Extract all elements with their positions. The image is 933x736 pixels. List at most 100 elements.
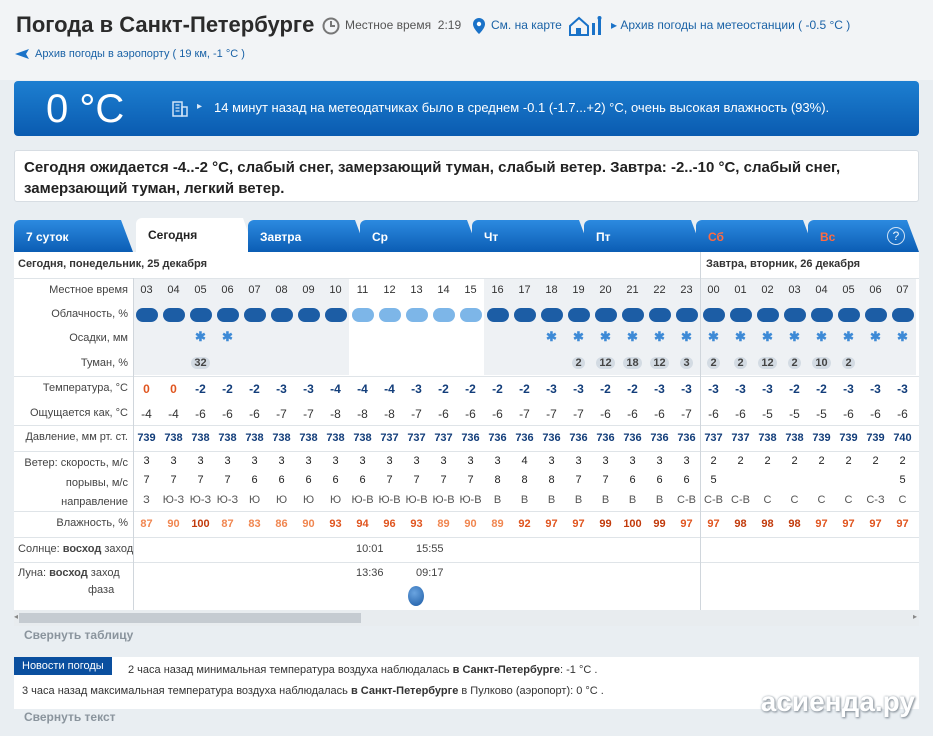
pressure-cell: 737 <box>434 432 453 444</box>
station-archive-link[interactable]: ▸ Архив погоды на метеостанции ( -0.5 °С… <box>568 15 850 37</box>
wind-speed-cell: 3 <box>278 455 285 467</box>
wind-speed-cell: 2 <box>872 455 879 467</box>
cloud-icon <box>730 308 752 322</box>
pressure-cell: 736 <box>542 432 561 444</box>
feels-like-cell: -6 <box>735 407 746 421</box>
humidity-cell: 93 <box>329 518 342 530</box>
humidity-cell: 98 <box>761 518 774 530</box>
current-temperature: 0 °C <box>46 87 125 131</box>
tab-2[interactable]: Завтра <box>248 220 367 252</box>
sunset-label: заход <box>104 543 134 555</box>
moonrise-label: восход <box>49 567 88 579</box>
snowflake-icon: ✱ <box>816 329 827 344</box>
pressure-cell: 738 <box>326 432 345 444</box>
weather-station-icon <box>569 16 602 36</box>
temperature-cell: -3 <box>870 382 881 396</box>
snowflake-icon: ✱ <box>708 329 719 344</box>
gusts-cell: 5 <box>710 474 717 486</box>
feels-like-cell: -8 <box>384 407 395 421</box>
news-item: 3 часа назад максимальная температура во… <box>22 685 604 697</box>
scroll-left-icon[interactable]: ◂ <box>14 612 18 621</box>
help-icon[interactable]: ? <box>887 227 905 245</box>
fog-value: 12 <box>758 357 777 369</box>
grid-line <box>14 425 919 426</box>
hour-cell: 12 <box>383 284 396 296</box>
hour-cell: 20 <box>599 284 612 296</box>
hour-cell: 04 <box>815 284 828 296</box>
humidity-cell: 93 <box>410 518 423 530</box>
temperature-cell: -4 <box>357 382 368 396</box>
gusts-cell: 5 <box>899 474 906 486</box>
news-city: в Санкт-Петербурге <box>350 685 459 697</box>
wind-speed-cell: 2 <box>764 455 771 467</box>
gusts-cell: 6 <box>278 474 285 486</box>
tab-6[interactable]: Сб <box>696 220 815 252</box>
hour-cell: 04 <box>167 284 180 296</box>
horizontal-scrollbar[interactable]: ◂ ▸ <box>14 610 919 626</box>
moonrise-time: 13:36 <box>356 567 384 579</box>
grid-vline <box>133 278 134 610</box>
cloud-icon <box>298 308 320 322</box>
direction-cell: С-В <box>677 494 696 506</box>
collapse-table-link[interactable]: Свернуть таблицу <box>24 628 133 642</box>
watermark-text: асиенда.ру <box>760 686 915 717</box>
wind-speed-cell: 3 <box>224 455 231 467</box>
pressure-cell: 737 <box>407 432 426 444</box>
airport-archive-link[interactable]: Архив погоды в аэропорту ( 19 км, -1 °С … <box>14 46 245 61</box>
scroll-right-icon[interactable]: ▸ <box>913 612 917 621</box>
news-city: в Санкт-Петербурге <box>452 664 560 676</box>
gusts-cell: 8 <box>548 474 555 486</box>
row-label-pressure: Давление, мм рт. ст. <box>25 431 128 443</box>
hour-cell: 01 <box>734 284 747 296</box>
humidity-cell: 83 <box>248 518 261 530</box>
temperature-cell: -3 <box>735 382 746 396</box>
cloud-icon <box>568 308 590 322</box>
hour-cell: 05 <box>194 284 207 296</box>
feels-like-cell: -7 <box>303 407 314 421</box>
fog-value: 18 <box>623 357 642 369</box>
gusts-cell: 8 <box>494 474 501 486</box>
gusts-cell: 6 <box>683 474 690 486</box>
row-label-humidity: Влажность, % <box>56 517 128 529</box>
wind-speed-cell: 3 <box>602 455 609 467</box>
fog-value: 2 <box>734 357 747 369</box>
hour-cell: 08 <box>275 284 288 296</box>
tab-4[interactable]: Чт <box>472 220 591 252</box>
snowflake-icon: ✱ <box>654 329 665 344</box>
sunrise-time: 10:01 <box>356 543 384 555</box>
collapse-text-link[interactable]: Свернуть текст <box>24 710 116 724</box>
pressure-cell: 737 <box>380 432 399 444</box>
scrollbar-thumb[interactable] <box>19 613 361 623</box>
humidity-cell: 100 <box>191 518 210 530</box>
tab-3[interactable]: Ср <box>360 220 479 252</box>
wind-speed-cell: 3 <box>332 455 339 467</box>
cloud-icon <box>460 308 482 322</box>
cloud-icon <box>136 308 158 322</box>
news-text: 2 часа назад минимальная температура воз… <box>128 664 450 676</box>
map-link[interactable]: См. на карте <box>472 17 562 35</box>
grid-line <box>14 511 919 512</box>
tab-1[interactable]: Сегодня <box>136 218 255 252</box>
temperature-cell: -2 <box>627 382 638 396</box>
direction-cell: Ю-В <box>351 494 374 506</box>
temperature-cell: 0 <box>170 382 177 396</box>
fog-badge: 12 <box>592 357 619 369</box>
pressure-cell: 736 <box>461 432 480 444</box>
snowflake-icon: ✱ <box>870 329 881 344</box>
wind-speed-cell: 2 <box>710 455 717 467</box>
fog-badge: 12 <box>754 357 781 369</box>
hourly-forecast-table: Сегодня, понедельник, 25 декабря Завтра, … <box>14 252 919 610</box>
wind-speed-cell: 3 <box>548 455 555 467</box>
direction-cell: В <box>520 494 529 506</box>
cloud-icon <box>757 308 779 322</box>
pressure-cell: 736 <box>488 432 507 444</box>
direction-cell: Ю-В <box>432 494 455 506</box>
tab-5[interactable]: Пт <box>584 220 703 252</box>
temperature-cell: -3 <box>762 382 773 396</box>
fog-value: 32 <box>191 357 210 369</box>
fog-badge: 2 <box>835 357 862 369</box>
pressure-cell: 738 <box>353 432 372 444</box>
direction-cell: Ю <box>248 494 261 506</box>
tab-0[interactable]: 7 суток <box>14 220 133 252</box>
grid-vline <box>700 252 701 610</box>
